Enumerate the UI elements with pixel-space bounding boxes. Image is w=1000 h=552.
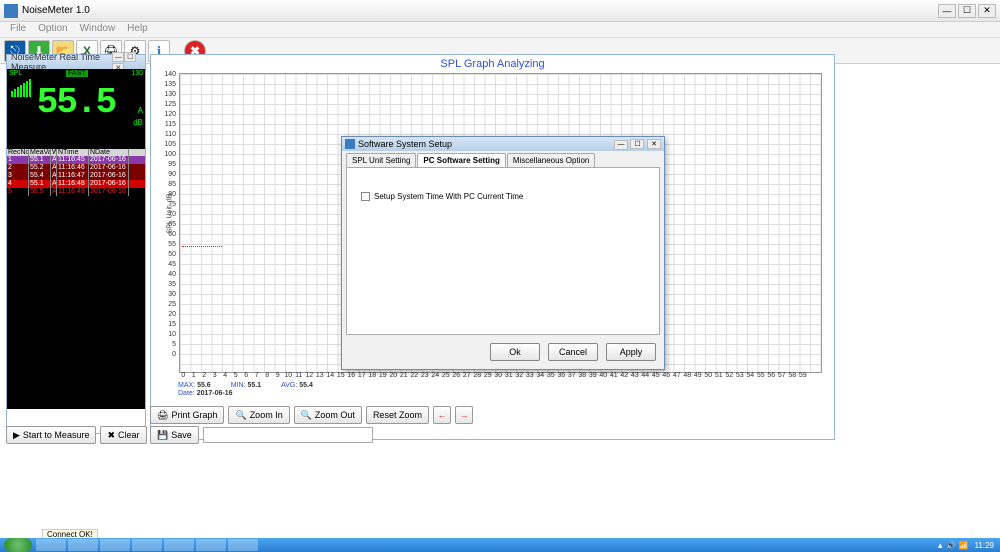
cancel-button[interactable]: Cancel: [548, 343, 598, 361]
maximize-button[interactable]: ☐: [958, 4, 976, 18]
col-recno: RecNo: [7, 149, 29, 156]
col-ntime: NTime: [57, 149, 89, 156]
stat-avg-value: 55.4: [299, 382, 313, 389]
taskbar: ▲ 🔊 📶 11:29: [0, 538, 1000, 552]
taskbar-item[interactable]: [68, 539, 98, 551]
tab-pc-software[interactable]: PC Software Setting: [417, 153, 505, 167]
lcd-range: 130: [131, 70, 143, 77]
taskbar-item[interactable]: [36, 539, 66, 551]
menu-help[interactable]: Help: [121, 22, 154, 37]
tray-icons[interactable]: ▲ 🔊 📶: [936, 541, 968, 550]
save-button[interactable]: 💾 Save: [150, 426, 199, 444]
zoom-out-button[interactable]: 🔍 Zoom Out: [294, 406, 362, 424]
app-titlebar: NoiseMeter 1.0 — ☐ ✕: [0, 0, 1000, 22]
reset-zoom-button[interactable]: Reset Zoom: [366, 406, 429, 424]
taskbar-item[interactable]: [164, 539, 194, 551]
taskbar-item[interactable]: [228, 539, 258, 551]
stat-max-label: MAX:: [178, 382, 195, 389]
dialog-icon: [345, 139, 355, 149]
realtime-panel: NoiseMeter Real Time Measure —☐✕ SPL FAS…: [6, 54, 146, 434]
lcd-unit: dB: [133, 117, 143, 129]
lcd-display: SPL FAST 130 55.5 A dB: [7, 69, 145, 149]
close-button[interactable]: ✕: [978, 4, 996, 18]
start-button[interactable]: [4, 538, 32, 552]
stat-min-label: MIN:: [231, 382, 246, 389]
print-graph-button[interactable]: 🖨 Print Graph: [150, 406, 224, 424]
clear-button[interactable]: ✖ Clear: [100, 426, 146, 444]
graph-stats: MAX: 55.6 MIN: 55.1 AVG: 55.4: [178, 382, 313, 389]
graph-date: Date: 2017-06-16: [178, 390, 233, 397]
scroll-right-button[interactable]: →: [455, 406, 473, 424]
lcd-mode: FAST: [66, 70, 88, 77]
graph-title: SPL Graph Analyzing: [151, 55, 834, 73]
menu-file[interactable]: File: [4, 22, 32, 37]
dialog-max-icon[interactable]: ☐: [630, 139, 644, 149]
lcd-spl-label: SPL: [9, 70, 22, 77]
col-ndate: NDate: [89, 149, 129, 156]
system-clock[interactable]: 11:29: [975, 541, 994, 550]
lcd-weighting: A: [133, 105, 143, 117]
panel-min-icon[interactable]: —: [112, 52, 124, 62]
checkbox-icon: [361, 192, 370, 201]
app-title: NoiseMeter 1.0: [22, 5, 90, 16]
stat-avg-label: AVG:: [281, 382, 297, 389]
sync-time-checkbox[interactable]: Setup System Time With PC Current Time: [361, 192, 645, 201]
stat-max-value: 55.6: [197, 382, 211, 389]
zoom-in-button[interactable]: 🔍 Zoom In: [228, 406, 289, 424]
graph-data-line: [182, 246, 222, 247]
ok-button[interactable]: Ok: [490, 343, 540, 361]
dialog-title: Software System Setup: [358, 139, 452, 149]
stat-date-label: Date:: [178, 390, 195, 397]
table-row[interactable]: 355.4A11:16:472017-06-16: [7, 172, 145, 180]
table-row[interactable]: 155.1A11:16:452017-06-16: [7, 156, 145, 164]
menu-option[interactable]: Option: [32, 22, 73, 37]
graph-toolbar: 🖨 Print Graph 🔍 Zoom In 🔍 Zoom Out Reset…: [150, 406, 473, 424]
lcd-bargraph-icon: [11, 79, 31, 97]
col-meaval: MeaVal: [29, 149, 51, 156]
graph-yaxis: 1401351301251201151101051009590858075706…: [164, 70, 176, 360]
tab-misc[interactable]: Miscellaneous Option: [507, 153, 595, 167]
stat-min-value: 55.1: [247, 382, 261, 389]
taskbar-item[interactable]: [196, 539, 226, 551]
start-measure-button[interactable]: ▶ Start to Measure: [6, 426, 96, 444]
tab-spl-unit[interactable]: SPL Unit Setting: [346, 153, 416, 167]
dialog-min-icon[interactable]: —: [614, 140, 628, 150]
dialog-close-icon[interactable]: ✕: [647, 139, 661, 149]
settings-dialog: Software System Setup — ☐ ✕ SPL Unit Set…: [341, 136, 665, 370]
table-row[interactable]: 255.2A11:16:462017-06-16: [7, 164, 145, 172]
taskbar-item[interactable]: [132, 539, 162, 551]
app-icon: [4, 4, 18, 18]
stat-date-value: 2017-06-16: [197, 390, 233, 397]
save-path-input[interactable]: [203, 427, 373, 443]
table-row[interactable]: 455.1A11:16:482017-06-16: [7, 180, 145, 188]
table-row[interactable]: 555.5A11:16:492017-06-16: [7, 188, 145, 196]
menubar: File Option Window Help: [0, 22, 1000, 38]
minimize-button[interactable]: —: [938, 4, 956, 18]
sync-time-label: Setup System Time With PC Current Time: [374, 192, 523, 201]
apply-button[interactable]: Apply: [606, 343, 656, 361]
scroll-left-button[interactable]: ←: [433, 406, 451, 424]
measurement-table: RecNo MeaVal W NTime NDate 155.1A11:16:4…: [7, 149, 145, 409]
menu-window[interactable]: Window: [74, 22, 122, 37]
panel-max-icon[interactable]: ☐: [124, 52, 136, 62]
graph-xaxis: 0123456789101112131415161718192021222324…: [178, 372, 808, 379]
taskbar-item[interactable]: [100, 539, 130, 551]
